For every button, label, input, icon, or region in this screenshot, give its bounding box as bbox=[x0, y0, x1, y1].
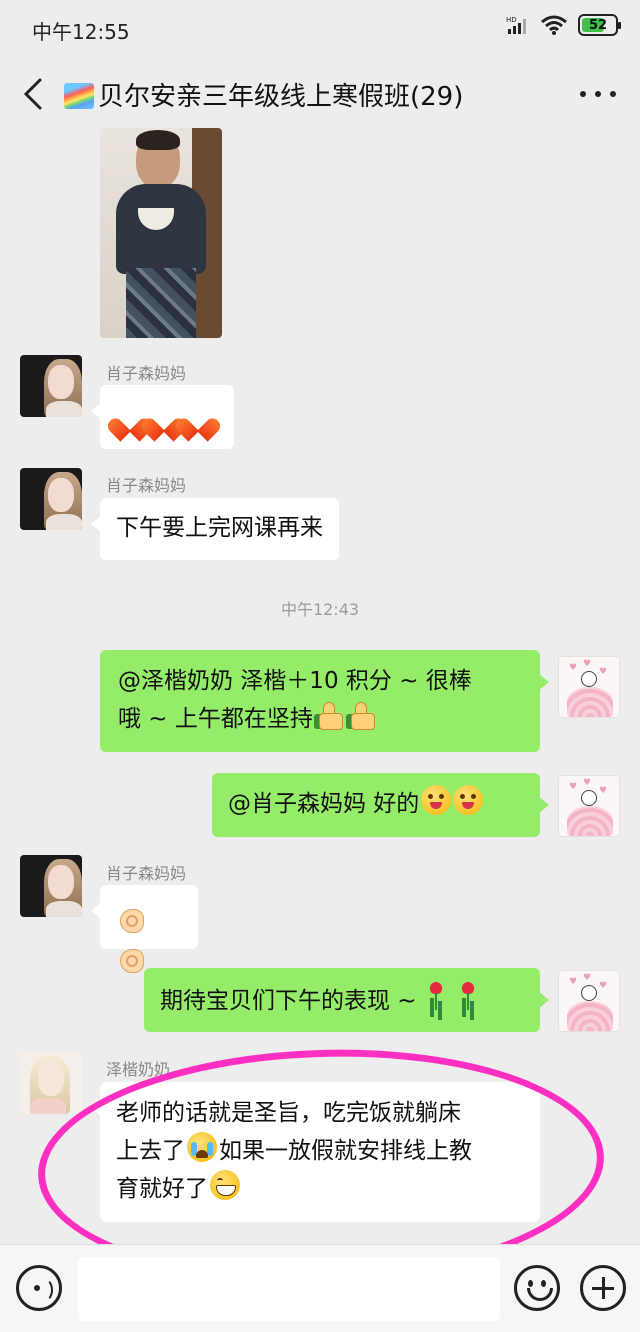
voice-input-icon[interactable] bbox=[16, 1265, 62, 1311]
status-bar: 中午12:55 HD 52 bbox=[0, 0, 640, 58]
avatar[interactable] bbox=[20, 468, 82, 530]
message-text: @肖子森妈妈 好的 bbox=[228, 791, 420, 817]
chat-title: 贝尔安亲三年级线上寒假班(29) bbox=[64, 76, 463, 113]
avatar[interactable]: ♥ ♥ ♥ bbox=[558, 775, 620, 837]
message-text: 如果一放假就安排线上教 bbox=[219, 1138, 472, 1164]
avatar[interactable]: ♥ ♥ ♥ bbox=[558, 970, 620, 1032]
message-bubble[interactable]: @肖子森妈妈 好的 bbox=[212, 773, 549, 837]
heart-icon bbox=[184, 407, 212, 433]
chat-title-text: 贝尔安亲三年级线上寒假班(29) bbox=[98, 82, 464, 112]
more-options-icon[interactable] bbox=[580, 84, 616, 104]
message-bubble[interactable] bbox=[91, 885, 198, 973]
avatar[interactable] bbox=[20, 1052, 82, 1114]
timestamp: 中午12:43 bbox=[280, 600, 360, 619]
tongue-wink-icon bbox=[421, 785, 452, 815]
battery-level: 52 bbox=[588, 17, 608, 33]
tongue-wink-icon bbox=[453, 785, 484, 815]
handshake-icon bbox=[116, 941, 150, 973]
emoji-icon[interactable] bbox=[514, 1265, 560, 1311]
message-input[interactable] bbox=[78, 1257, 500, 1321]
photo-message[interactable] bbox=[100, 128, 222, 338]
message-text: @泽楷奶奶 泽楷＋10 积分 ~ 很棒 bbox=[118, 668, 472, 694]
grinning-icon bbox=[210, 1170, 240, 1200]
message-text: 老师的话就是圣旨，吃完饭就躺床 bbox=[116, 1100, 461, 1126]
rose-icon bbox=[455, 980, 481, 1012]
avatar[interactable] bbox=[20, 855, 82, 917]
message-text: 上去了 bbox=[116, 1138, 185, 1164]
avatar[interactable]: ♥ ♥ ♥ bbox=[558, 656, 620, 718]
message-text: 哦 ~ 上午都在坚持 bbox=[118, 706, 313, 732]
message-bubble[interactable]: 期待宝贝们下午的表现 ~ bbox=[144, 968, 549, 1032]
message-bubble[interactable]: 老师的话就是圣旨，吃完饭就躺床 上去了 如果一放假就安排线上教 育就好了 bbox=[91, 1082, 540, 1222]
message-text: 育就好了 bbox=[116, 1176, 208, 1202]
thumbs-up-icon bbox=[315, 700, 345, 730]
message-bubble[interactable] bbox=[91, 385, 234, 449]
wifi-icon bbox=[541, 15, 567, 35]
battery-icon: 52 bbox=[578, 14, 621, 36]
crying-laughing-icon bbox=[187, 1132, 217, 1162]
signal-icon: HD bbox=[506, 16, 526, 34]
input-bar bbox=[0, 1244, 640, 1332]
avatar[interactable] bbox=[20, 355, 82, 417]
message-text: 期待宝贝们下午的表现 ~ bbox=[160, 988, 417, 1014]
sender-name: 泽楷奶奶 bbox=[106, 1060, 171, 1079]
message-text: 下午要上完网课再来 bbox=[116, 515, 323, 541]
message-bubble[interactable]: 下午要上完网课再来 bbox=[91, 498, 339, 560]
sender-name: 肖子森妈妈 bbox=[106, 864, 187, 883]
sender-name: 肖子森妈妈 bbox=[106, 364, 187, 383]
status-icons: HD 52 bbox=[506, 14, 621, 36]
ok-hand-icon bbox=[116, 901, 150, 933]
chat-header: 贝尔安亲三年级线上寒假班(29) bbox=[0, 58, 640, 130]
plus-icon[interactable] bbox=[580, 1265, 626, 1311]
heart-icon bbox=[116, 407, 144, 433]
network-label: HD bbox=[506, 16, 517, 24]
message-bubble[interactable]: @泽楷奶奶 泽楷＋10 积分 ~ 很棒 哦 ~ 上午都在坚持 bbox=[100, 650, 549, 752]
rose-icon bbox=[423, 980, 449, 1012]
status-time: 中午12:55 bbox=[32, 20, 130, 44]
rainbow-icon bbox=[64, 83, 94, 109]
heart-icon bbox=[150, 407, 178, 433]
thumbs-up-icon bbox=[347, 700, 377, 730]
sender-name: 肖子森妈妈 bbox=[106, 476, 187, 495]
back-arrow-icon[interactable] bbox=[18, 74, 48, 114]
